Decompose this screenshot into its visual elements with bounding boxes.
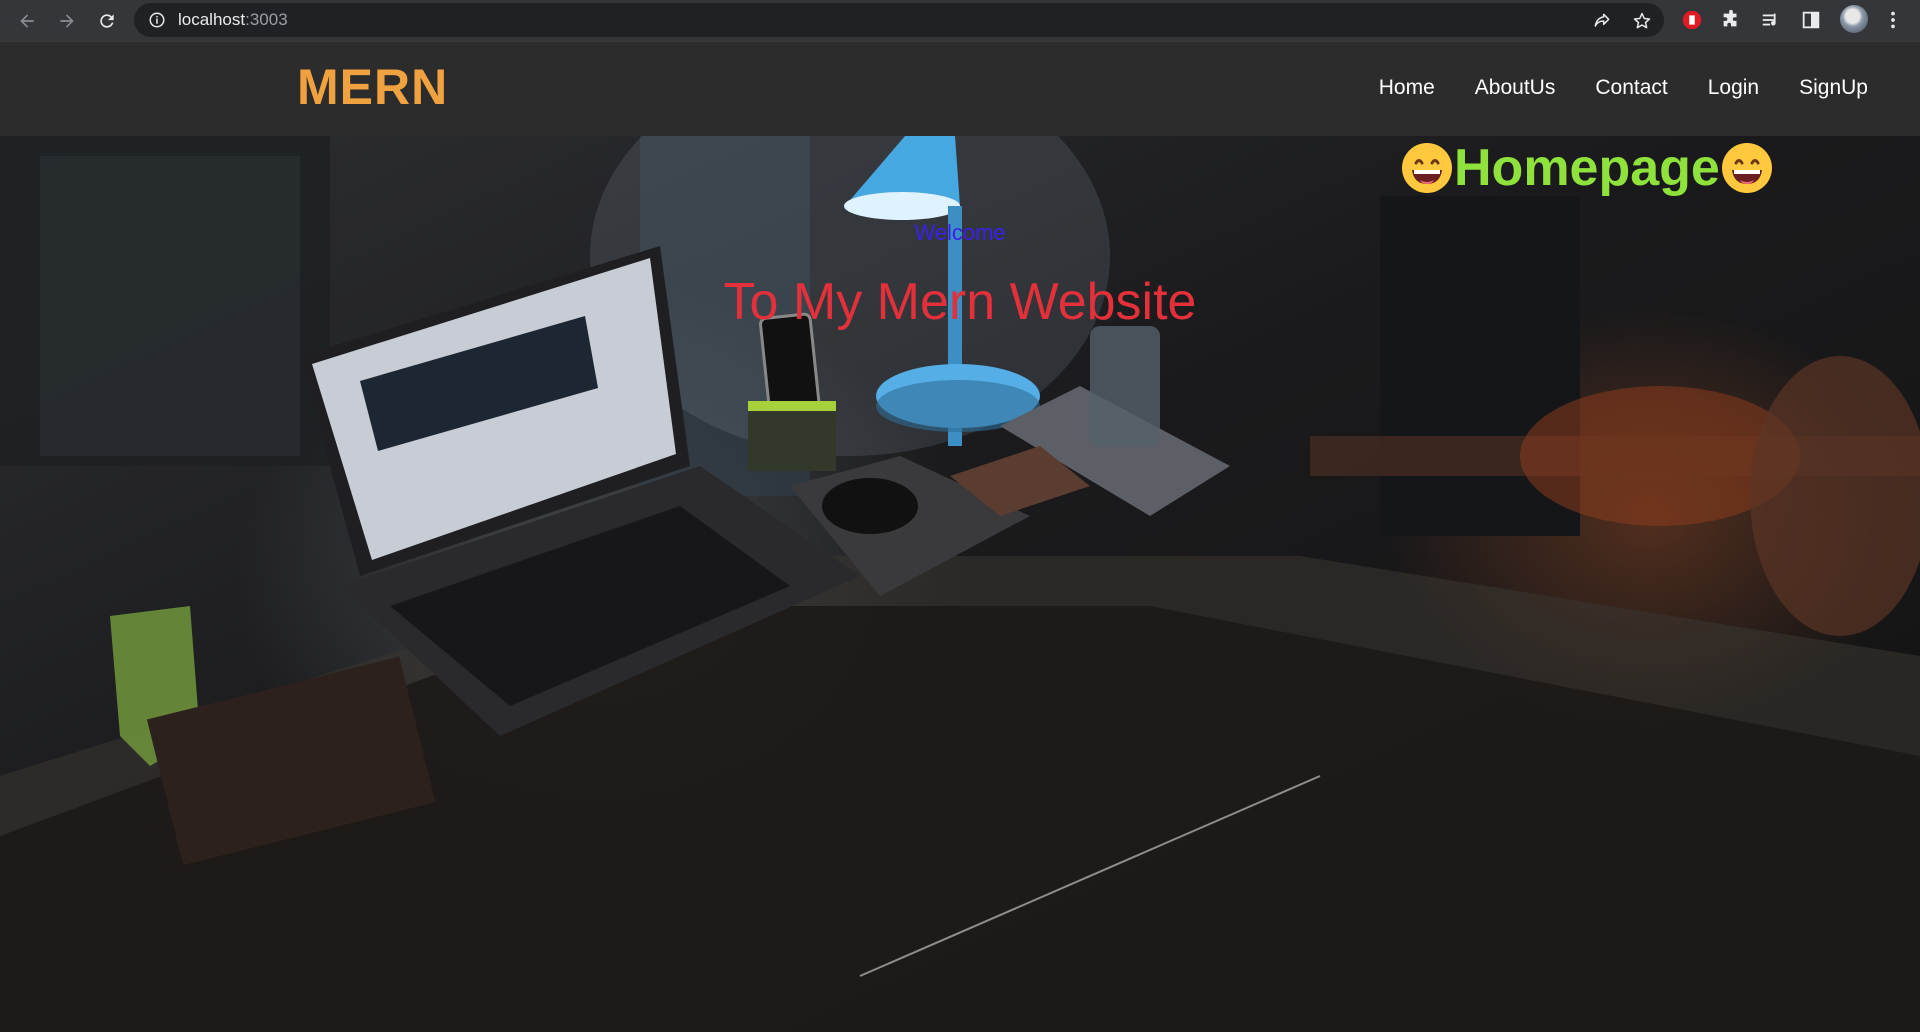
url-port: :3003 (245, 10, 288, 29)
reload-button[interactable] (92, 6, 122, 36)
reload-icon (100, 14, 114, 28)
url-host: localhost (178, 10, 246, 29)
address-bar[interactable]: localhost:3003 (134, 3, 1664, 37)
share-icon[interactable] (1590, 9, 1614, 33)
brand-logo[interactable]: MERN (297, 58, 448, 116)
star-icon[interactable] (1630, 9, 1654, 33)
avatar[interactable] (1840, 5, 1868, 33)
grinning-face-emoji-icon (1400, 141, 1454, 195)
forward-button[interactable] (52, 6, 82, 36)
nav-link-contact[interactable]: Contact (1575, 76, 1687, 100)
nav-link-aboutus[interactable]: AboutUs (1455, 76, 1576, 100)
hero-background-image (0, 136, 1920, 1032)
red-extension-icon[interactable] (1679, 7, 1705, 33)
nav-link-signup[interactable]: SignUp (1779, 76, 1888, 100)
homepage-label: Homepage (1454, 139, 1720, 197)
nav-link-home[interactable]: Home (1359, 76, 1455, 100)
puzzle-icon[interactable] (1718, 7, 1744, 33)
url-text: localhost:3003 (178, 10, 288, 30)
back-button[interactable] (12, 6, 42, 36)
info-icon[interactable] (148, 11, 166, 29)
nav-link-login[interactable]: Login (1688, 76, 1779, 100)
site-navbar: MERN Home AboutUs Contact Login SignUp (0, 41, 1920, 136)
tagline-heading: To My Mern Website (723, 273, 1197, 331)
back-arrow-icon (20, 14, 34, 28)
kebab-menu-icon[interactable] (1880, 7, 1906, 33)
homepage-heading: Homepage (1400, 138, 1774, 198)
side-panel-icon[interactable] (1798, 7, 1824, 33)
browser-toolbar: localhost:3003 (0, 0, 1920, 41)
welcome-text: Welcome (914, 220, 1006, 245)
media-queue-icon[interactable] (1758, 7, 1784, 33)
nav-links: Home AboutUs Contact Login SignUp (1359, 76, 1888, 100)
forward-arrow-icon (60, 14, 74, 28)
grinning-face-emoji-icon (1720, 141, 1774, 195)
hero-section: Homepage Welcome To My Mern Website (0, 136, 1920, 1032)
